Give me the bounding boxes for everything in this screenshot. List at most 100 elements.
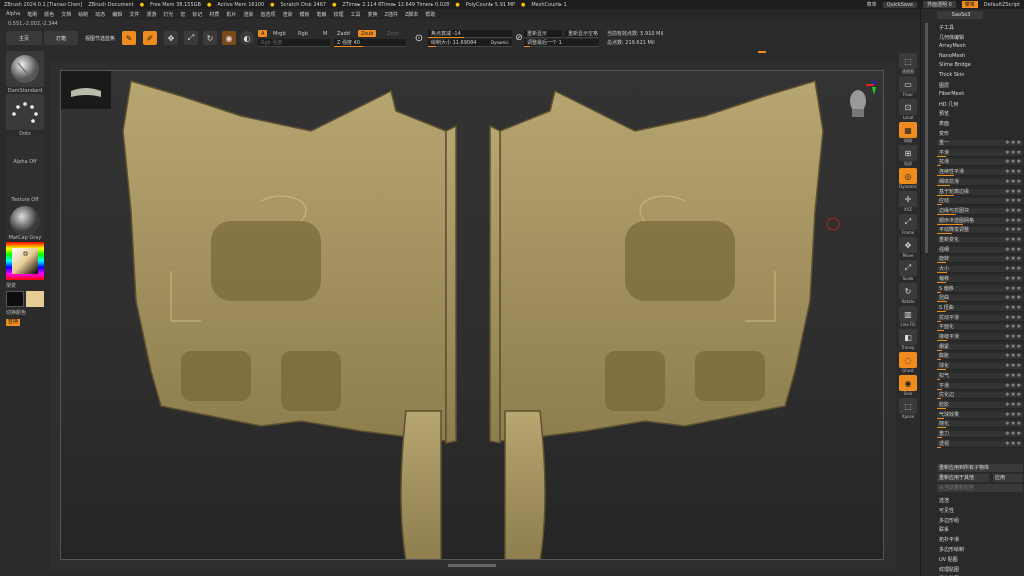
deform-row[interactable]: 细体抗滑 ✱ ✱ ✱	[937, 178, 1023, 186]
axis-toggle-icon[interactable]: ✱ ✱ ✱	[1005, 324, 1021, 331]
rgb-toggle[interactable]: Rgb	[295, 30, 311, 37]
focal-shift-slider[interactable]: 焦点衰减 -14	[428, 30, 512, 38]
zcut-toggle[interactable]: Zcut	[384, 30, 401, 37]
axis-toggle-icon[interactable]: ✱ ✱ ✱	[1005, 392, 1021, 399]
axis-toggle-icon[interactable]: ✱ ✱ ✱	[1005, 373, 1021, 380]
deform-row[interactable]: 球化 ✱ ✱ ✱	[937, 363, 1023, 371]
axis-toggle-icon[interactable]: ✱ ✱ ✱	[1005, 383, 1021, 390]
preview-focus-label[interactable]: 视图节选蓝焦	[82, 31, 118, 45]
subtool-button[interactable]: SaoSo3	[937, 11, 983, 19]
gradient-label[interactable]: 渐变	[6, 282, 44, 289]
light-button[interactable]: 灯箱	[44, 31, 78, 45]
axis-toggle-icon[interactable]: ✱ ✱ ✱	[1005, 295, 1021, 302]
menu-item[interactable]: 灯光	[163, 11, 173, 18]
axis-toggle-icon[interactable]: ✱ ✱ ✱	[1005, 402, 1021, 409]
brush-thumbnail[interactable]	[6, 51, 44, 87]
panel-menu-item[interactable]: Slime Bridge	[939, 62, 971, 68]
menus-label[interactable]: 菜单	[867, 1, 877, 8]
deform-row[interactable]: 旋转 ✱ ✱ ✱	[937, 256, 1023, 264]
viewport-scrollbar[interactable]	[448, 564, 496, 567]
local-icon[interactable]: ⊡	[899, 99, 917, 115]
redisplay-button[interactable]: 重新显示	[524, 30, 562, 38]
color-picker[interactable]	[6, 242, 44, 280]
axis-toggle-icon[interactable]: ✱ ✱ ✱	[1005, 208, 1021, 215]
redisplay-space-button[interactable]: 重新显示空格	[565, 30, 599, 38]
apply-button[interactable]: 应用	[993, 474, 1023, 482]
deform-row[interactable]: 顺序滲透图网格 ✱ ✱ ✱	[937, 217, 1023, 225]
menu-item[interactable]: 宏	[180, 11, 185, 18]
reapply-current-button[interactable]: 从当前重新应用	[937, 484, 1023, 492]
menu-item[interactable]: 动态	[95, 11, 105, 18]
deform-row[interactable]: 基于轮廓边缘 ✱ ✱ ✱	[937, 188, 1023, 196]
toolbar-scroll-marker[interactable]	[758, 51, 766, 53]
menu-item[interactable]: 首选项	[260, 11, 275, 18]
dynamic-toggle[interactable]: Dynamic	[488, 39, 512, 46]
axis-toggle-icon[interactable]: ✱ ✱ ✱	[1005, 276, 1021, 283]
grid-icon[interactable]: ▦	[899, 122, 917, 138]
deform-row[interactable]: 平滑 ✱ ✱ ✱	[937, 382, 1023, 390]
menu-item[interactable]: Z插件	[385, 11, 398, 18]
mrgb-toggle[interactable]: Mrgb	[270, 30, 289, 37]
deform-row[interactable]: 平滑 ✱ ✱ ✱	[937, 149, 1023, 157]
menu-item[interactable]: 变换	[368, 11, 378, 18]
deform-row[interactable]: 重一 ✱ ✱ ✱	[937, 140, 1023, 147]
quicksave-button[interactable]: QuickSave	[882, 1, 917, 8]
material-swatch-icon[interactable]: ◉	[222, 31, 236, 45]
deform-row[interactable]: 优化边 ✱ ✱ ✱	[937, 392, 1023, 400]
edit-icon[interactable]: ✎	[122, 31, 136, 45]
orientation-gizmo[interactable]	[846, 79, 876, 119]
deform-row[interactable]: 平动降变调整 ✱ ✱ ✱	[937, 227, 1023, 235]
deform-row[interactable]: 扭曲 ✱ ✱ ✱	[937, 295, 1023, 303]
zsub-toggle[interactable]: Zsub	[358, 30, 377, 37]
panel-menu-item[interactable]: NanoMesh	[939, 53, 965, 59]
axis-toggle-icon[interactable]: ✱ ✱ ✱	[1005, 412, 1021, 419]
axis-toggle-icon[interactable]: ✱ ✱ ✱	[1005, 247, 1021, 254]
axis-toggle-icon[interactable]: ✱ ✱ ✱	[1005, 431, 1021, 438]
focal-icon[interactable]: ⊙	[412, 31, 426, 45]
axis-toggle-icon[interactable]: ✱ ✱ ✱	[1005, 266, 1021, 273]
solo-icon[interactable]: ◉	[899, 375, 917, 391]
xyz-icon[interactable]: ✛	[899, 191, 917, 207]
move-icon[interactable]: ✥	[164, 31, 178, 45]
menu-item[interactable]: Z脚本	[405, 11, 418, 18]
scale-icon[interactable]: ⤢	[899, 260, 917, 276]
deform-row[interactable]: 应动 ✱ ✱ ✱	[937, 198, 1023, 206]
xpose-icon[interactable]: ⬚	[899, 398, 917, 414]
menu-item[interactable]: 笔触	[316, 11, 326, 18]
menu-item[interactable]: 渲染	[243, 11, 253, 18]
deform-row[interactable]: 连续性平滑 ✱ ✱ ✱	[937, 169, 1023, 177]
deform-row[interactable]: S 偏移 ✱ ✱ ✱	[937, 285, 1023, 293]
deform-row[interactable]: 透视 ✱ ✱ ✱	[937, 440, 1023, 448]
deform-row[interactable]: 大小 ✱ ✱ ✱	[937, 266, 1023, 274]
menu-item[interactable]: 纹理	[334, 11, 344, 18]
axis-toggle-icon[interactable]: ✱ ✱ ✱	[1005, 286, 1021, 293]
axis-toggle-icon[interactable]: ✱ ✱ ✱	[1005, 227, 1021, 234]
menu-item[interactable]: 模板	[299, 11, 309, 18]
menu-item[interactable]: 漫游	[146, 11, 156, 18]
secondary-color-swatch[interactable]	[26, 291, 44, 307]
menu-item[interactable]: 文件	[129, 11, 139, 18]
deform-row[interactable]: 偏移 ✱ ✱ ✱	[937, 275, 1023, 283]
move-icon[interactable]: ✥	[899, 237, 917, 253]
menu-item[interactable]: 材质	[209, 11, 219, 18]
panel-bottom-item[interactable]: 可见性	[939, 507, 954, 514]
axis-toggle-icon[interactable]: ✱ ✱ ✱	[1005, 363, 1021, 370]
deform-row[interactable]: 接缝平滑 ✱ ✱ ✱	[937, 334, 1023, 341]
rgb-intensity-slider[interactable]: Rgb 强度	[258, 39, 330, 47]
persp-icon[interactable]: ⬚	[899, 53, 917, 69]
axis-toggle-icon[interactable]: ✱ ✱ ✱	[1005, 169, 1021, 176]
axis-toggle-icon[interactable]: ✱ ✱ ✱	[1005, 305, 1021, 312]
color-toggle-icon[interactable]: ◐	[240, 31, 254, 45]
default-zscript[interactable]: DefaultZScript	[984, 2, 1020, 8]
ghost-icon[interactable]: ◌	[899, 352, 917, 368]
menu-item[interactable]: 工具	[351, 11, 361, 18]
axis-toggle-icon[interactable]: ✱ ✱ ✱	[1005, 189, 1021, 196]
panel-bottom-item[interactable]: 拓扑平滑	[939, 536, 959, 543]
deform-row[interactable]: S 扭曲 ✱ ✱ ✱	[937, 304, 1023, 312]
panel-bottom-item[interactable]: 多边形组	[939, 517, 959, 524]
axis-toggle-icon[interactable]: ✱ ✱ ✱	[1005, 198, 1021, 205]
menu-item[interactable]: 笔刷	[27, 11, 37, 18]
axis-toggle-icon[interactable]: ✱ ✱ ✱	[1005, 159, 1021, 166]
adjust-last-slider[interactable]: 调整最后一个 1	[524, 39, 599, 47]
m-toggle[interactable]: M	[320, 30, 330, 37]
